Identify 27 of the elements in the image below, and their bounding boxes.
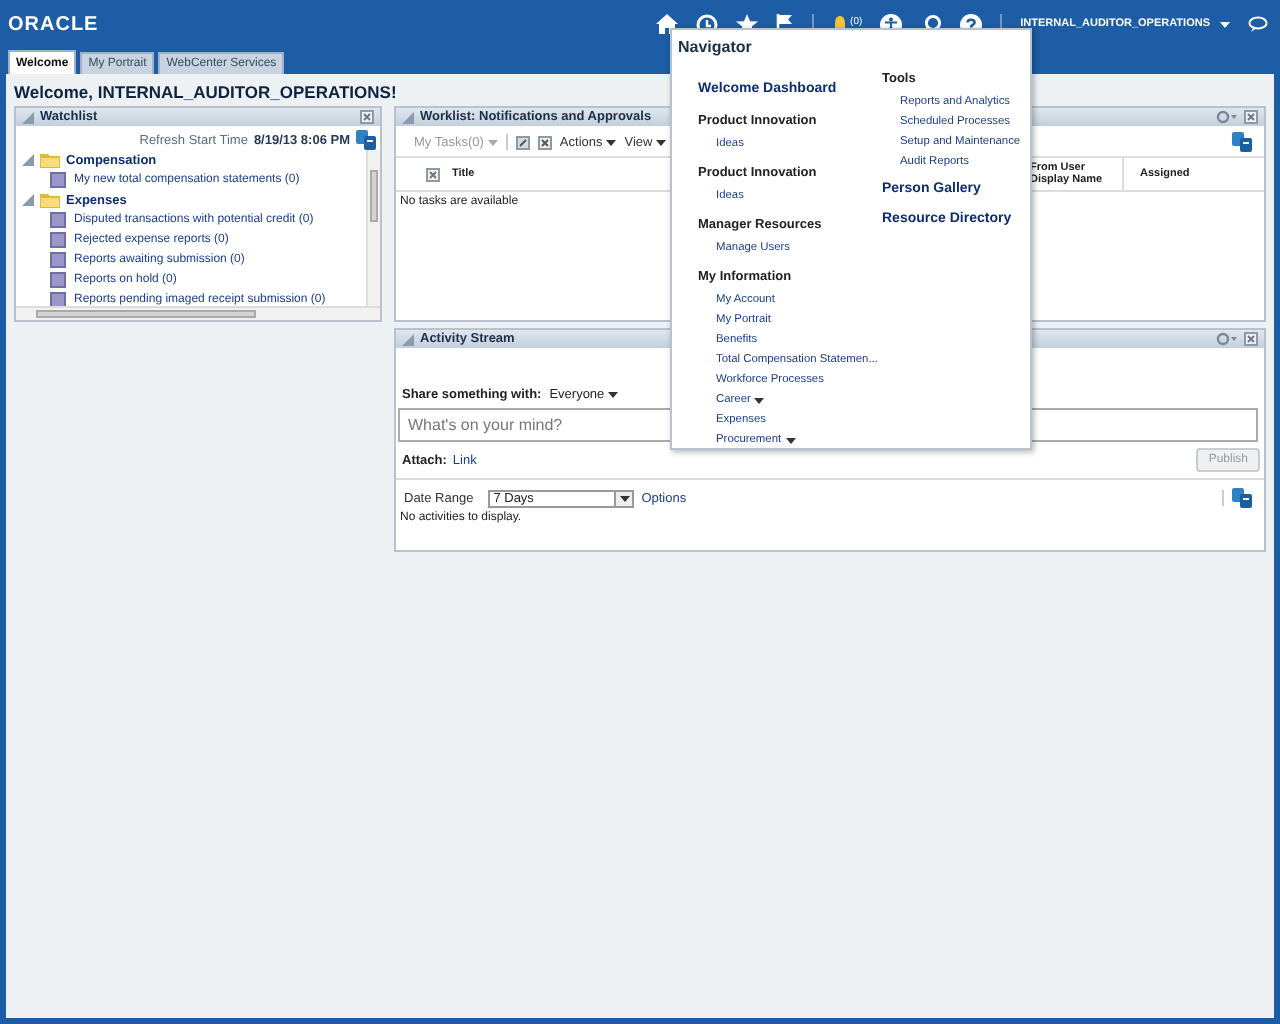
caret-icon — [606, 139, 617, 145]
gear-icon[interactable] — [1216, 110, 1238, 124]
edit-icon[interactable] — [515, 135, 530, 149]
horizontal-scrollbar[interactable] — [16, 306, 380, 320]
expanded-icon[interactable] — [22, 154, 34, 166]
delete-icon[interactable] — [537, 135, 552, 149]
caret-icon — [656, 139, 667, 145]
document-icon — [50, 172, 66, 188]
menu-title: Navigator — [678, 38, 754, 56]
vertical-scrollbar[interactable] — [366, 150, 380, 306]
expanded-icon[interactable] — [22, 194, 34, 206]
folder-icon — [40, 152, 60, 168]
folder-icon — [40, 192, 60, 208]
caret-icon — [487, 139, 498, 145]
welcome-heading: Welcome, INTERNAL_AUDITOR_OPERATIONS! — [14, 82, 397, 102]
caret-icon — [754, 397, 765, 403]
close-icon[interactable] — [360, 110, 374, 124]
close-icon[interactable] — [1244, 332, 1258, 346]
caret-icon — [620, 495, 631, 501]
select-all-icon[interactable] — [426, 167, 440, 181]
oracle-logo[interactable]: ORACLE — [8, 13, 99, 35]
close-icon[interactable] — [1244, 110, 1258, 124]
caret-icon — [608, 392, 619, 398]
caret-icon — [1220, 21, 1230, 27]
gear-icon[interactable] — [1216, 332, 1238, 346]
chat-icon[interactable] — [1248, 16, 1268, 32]
caret-icon — [785, 437, 796, 443]
